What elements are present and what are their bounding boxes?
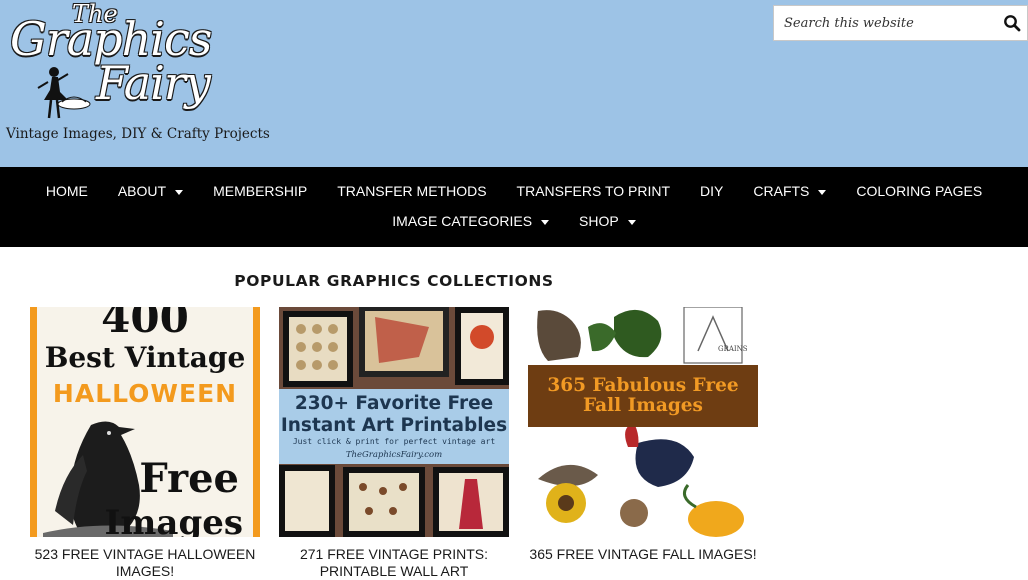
thumb-text: HALLOWEEN (52, 379, 238, 408)
thumb-text: Images (104, 503, 243, 537)
thumb-text: Free (139, 455, 239, 502)
fairy-silhouette-icon (37, 67, 91, 119)
nav-row-primary: HOME ABOUT MEMBERSHIP TRANSFER METHODS T… (0, 182, 1028, 200)
nav-shop-label: SHOP (579, 213, 619, 229)
site-header: The Graphics Fairy Vintage Images, DIY &… (0, 0, 1028, 167)
nav-image-categories-label: IMAGE CATEGORIES (392, 213, 533, 229)
collection-thumbnail[interactable]: 230+ Favorite Free Instant Art Printable… (279, 307, 509, 537)
thumb-text: 400 (101, 307, 189, 342)
chevron-down-icon (541, 219, 550, 225)
nav-transfer-methods[interactable]: TRANSFER METHODS (322, 182, 501, 200)
thumb-text: Best Vintage (44, 341, 246, 374)
nav-coloring-pages[interactable]: COLORING PAGES (841, 182, 997, 200)
collection-card-halloween[interactable]: 400 Best Vintage HALLOWEEN Free Images 5… (30, 307, 260, 580)
collection-caption[interactable]: 523 FREE VINTAGE HALLOWEEN IMAGES! (30, 546, 260, 580)
collection-thumbnail[interactable]: 365 Fabulous Free Fall Images GRAINS (528, 307, 758, 537)
collection-card-fall[interactable]: 365 Fabulous Free Fall Images GRAINS 365… (528, 307, 758, 563)
site-tagline: Vintage Images, DIY & Crafty Projects (6, 126, 270, 142)
collection-card-prints[interactable]: 230+ Favorite Free Instant Art Printable… (279, 307, 509, 580)
nav-home[interactable]: HOME (31, 182, 103, 200)
nav-about[interactable]: ABOUT (103, 182, 198, 200)
logo-fairy: Fairy (96, 56, 211, 110)
nav-membership-label: MEMBERSHIP (213, 183, 308, 199)
thumb-text: Fall Images (583, 395, 703, 416)
search-input[interactable] (774, 6, 994, 40)
nav-transfer-methods-label: TRANSFER METHODS (337, 183, 487, 199)
chevron-down-icon (818, 189, 827, 195)
nav-crafts-label: CRAFTS (753, 183, 810, 199)
nav-transfers-to-print[interactable]: TRANSFERS TO PRINT (502, 182, 686, 200)
nav-coloring-pages-label: COLORING PAGES (856, 183, 983, 199)
nav-diy[interactable]: DIY (685, 182, 738, 200)
nav-about-label: ABOUT (117, 183, 167, 199)
search-icon[interactable] (1003, 14, 1021, 32)
thumb-text: GRAINS (718, 345, 748, 353)
main-nav: HOME ABOUT MEMBERSHIP TRANSFER METHODS T… (0, 167, 1028, 247)
collection-caption[interactable]: 365 FREE VINTAGE FALL IMAGES! (528, 546, 758, 563)
nav-transfers-to-print-label: TRANSFERS TO PRINT (516, 183, 671, 199)
thumb-text: Instant Art Printables (280, 415, 508, 436)
nav-home-label: HOME (45, 183, 88, 199)
chevron-down-icon (627, 219, 636, 225)
thumb-text: TheGraphicsFairy.com (345, 450, 443, 460)
thumb-text: 365 Fabulous Free (547, 375, 739, 396)
search-box (773, 5, 1028, 41)
nav-crafts[interactable]: CRAFTS (738, 182, 841, 200)
collection-caption[interactable]: 271 FREE VINTAGE PRINTS: PRINTABLE WALL … (279, 546, 509, 580)
collection-thumbnail[interactable]: 400 Best Vintage HALLOWEEN Free Images (30, 307, 260, 537)
thumb-text: 230+ Favorite Free (294, 393, 494, 414)
nav-shop[interactable]: SHOP (564, 212, 651, 230)
section-title: POPULAR GRAPHICS COLLECTIONS (234, 272, 554, 290)
nav-membership[interactable]: MEMBERSHIP (198, 182, 322, 200)
chevron-down-icon (175, 189, 184, 195)
nav-diy-label: DIY (700, 183, 724, 199)
logo-graphics: Graphics (10, 12, 212, 66)
nav-image-categories[interactable]: IMAGE CATEGORIES (377, 212, 564, 230)
site-logo[interactable]: The Graphics Fairy Vintage Images, DIY &… (4, 0, 270, 150)
thumb-text: Just click & print for perfect vintage a… (292, 437, 496, 446)
nav-row-secondary: IMAGE CATEGORIES SHOP (0, 212, 1028, 230)
